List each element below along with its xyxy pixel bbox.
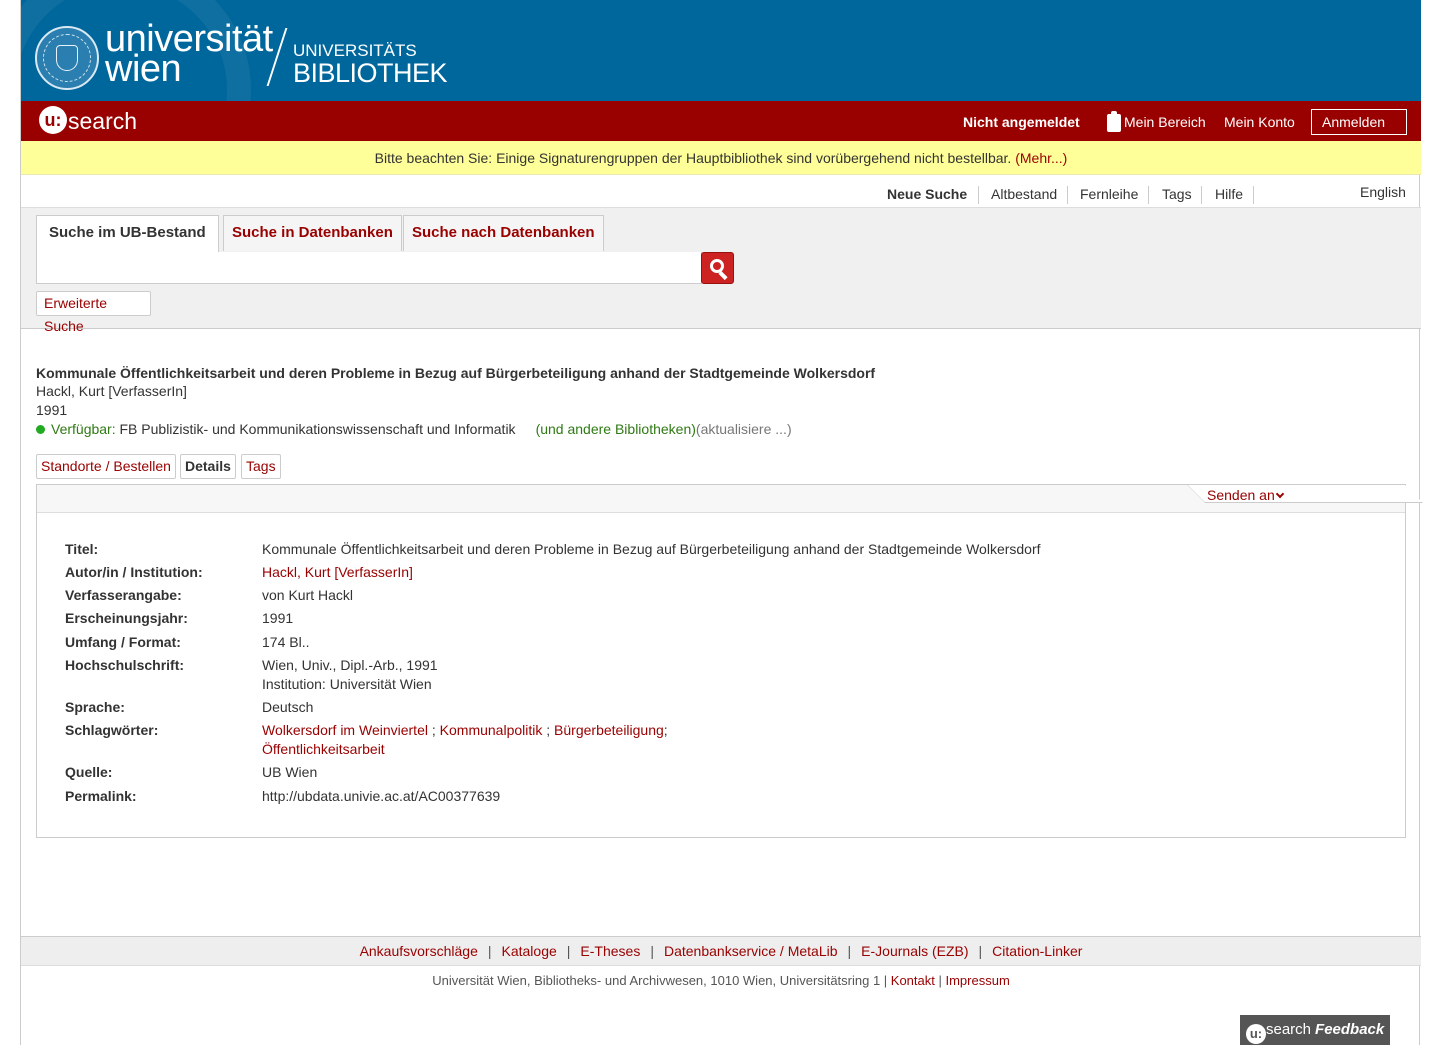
nav-tags[interactable]: Tags: [1162, 186, 1192, 202]
footer-kontakt-link[interactable]: Kontakt: [891, 973, 935, 988]
send-to-menu[interactable]: Senden an: [1207, 487, 1284, 503]
availability-status: Verfügbar: FB Publizistik- und Kommunika…: [36, 420, 1406, 439]
author-link[interactable]: Hackl, Kurt [VerfasserIn]: [262, 564, 413, 580]
tab-details[interactable]: Details: [180, 454, 236, 479]
other-libraries-link[interactable]: (und andere Bibliotheken): [536, 421, 696, 437]
details-panel: Senden an Titel: Kommunale Öffentlichkei…: [36, 484, 1423, 838]
tab-suche-nach-datenbanken[interactable]: Suche nach Datenbanken: [403, 215, 604, 251]
chevron-down-icon: [1275, 489, 1284, 499]
footer-link-ankaufsvorschlaege[interactable]: Ankaufsvorschläge: [360, 943, 478, 959]
nav-neue-suche[interactable]: Neue Suche: [887, 186, 967, 202]
footer-link-ejournals[interactable]: E-Journals (EZB): [861, 943, 968, 959]
tab-suche-in-datenbanken[interactable]: Suche in Datenbanken: [223, 215, 402, 251]
university-name-logo[interactable]: universität wien: [105, 20, 273, 88]
footer-link-datenbankservice[interactable]: Datenbankservice / MetaLib: [664, 943, 838, 959]
library-name-logo[interactable]: UNIVERSITÄTS BIBLIOTHEK: [293, 42, 448, 87]
university-seal-logo[interactable]: [35, 26, 99, 90]
language-switch-english[interactable]: English: [1360, 184, 1406, 200]
advanced-search-button[interactable]: Erweiterte Suche: [36, 291, 151, 334]
main-navigation: Neue Suche Altbestand Fernleihe Tags Hil…: [21, 176, 1421, 208]
footer-link-citation-linker[interactable]: Citation-Linker: [992, 943, 1082, 959]
footer-links: Ankaufsvorschläge | Kataloge | E-Theses | Date…: [21, 936, 1421, 966]
login-status: Nicht angemeldet: [963, 114, 1080, 130]
permalink-value[interactable]: http://ubdata.univie.ac.at/AC00377639: [262, 787, 1262, 806]
feedback-button[interactable]: u: search Feedback: [1240, 1015, 1390, 1045]
search-button[interactable]: [701, 252, 734, 284]
subject-link[interactable]: Wolkersdorf im Weinviertel: [262, 722, 428, 738]
record-summary: Kommunale Öffentlichkeitsarbeit und dere…: [36, 364, 1406, 439]
search-panel: Suche im UB-Bestand Suche in Datenbanken…: [21, 208, 1421, 334]
tab-suche-ub-bestand[interactable]: Suche im UB-Bestand: [36, 215, 219, 253]
footer-address: Universität Wien, Bibliotheks- und Archi…: [432, 973, 1010, 988]
login-button[interactable]: Anmelden: [1311, 109, 1407, 135]
mein-bereich-link[interactable]: Mein Bereich: [1107, 111, 1206, 132]
subject-link[interactable]: Öffentlichkeitsarbeit: [262, 741, 385, 757]
search-input[interactable]: [36, 252, 702, 284]
mein-konto-link[interactable]: Mein Konto: [1224, 114, 1295, 130]
subject-link[interactable]: Kommunalpolitik: [440, 722, 543, 738]
footer-link-kataloge[interactable]: Kataloge: [502, 943, 557, 959]
nav-fernleihe[interactable]: Fernleihe: [1080, 186, 1138, 202]
nav-hilfe[interactable]: Hilfe: [1215, 186, 1243, 202]
header-banner: universität wien UNIVERSITÄTS BIBLIOTHEK: [21, 0, 1421, 101]
subject-link[interactable]: Bürgerbeteiligung: [554, 722, 664, 738]
tab-standorte-bestellen[interactable]: Standorte / Bestellen: [36, 454, 176, 479]
record-author: Hackl, Kurt [VerfasserIn]: [36, 383, 187, 399]
usearch-logo[interactable]: u: search: [39, 106, 137, 136]
footer-link-etheses[interactable]: E-Theses: [580, 943, 640, 959]
notice-more-link[interactable]: (Mehr...): [1015, 150, 1067, 166]
clipboard-icon: [1107, 111, 1121, 132]
tab-tags[interactable]: Tags: [241, 454, 281, 479]
user-toolbar: u: search Nicht angemeldet Mein Bereich M…: [21, 101, 1421, 141]
notice-banner: Bitte beachten Sie: Einige Signaturengru…: [21, 141, 1421, 175]
nav-altbestand[interactable]: Altbestand: [991, 186, 1057, 202]
available-dot-icon: [36, 425, 45, 434]
footer-impressum-link[interactable]: Impressum: [945, 973, 1009, 988]
record-title: Kommunale Öffentlichkeitsarbeit und dere…: [36, 365, 876, 381]
record-year: 1991: [36, 402, 68, 418]
page: universität wien UNIVERSITÄTS BIBLIOTHEK…: [20, 0, 1423, 1045]
